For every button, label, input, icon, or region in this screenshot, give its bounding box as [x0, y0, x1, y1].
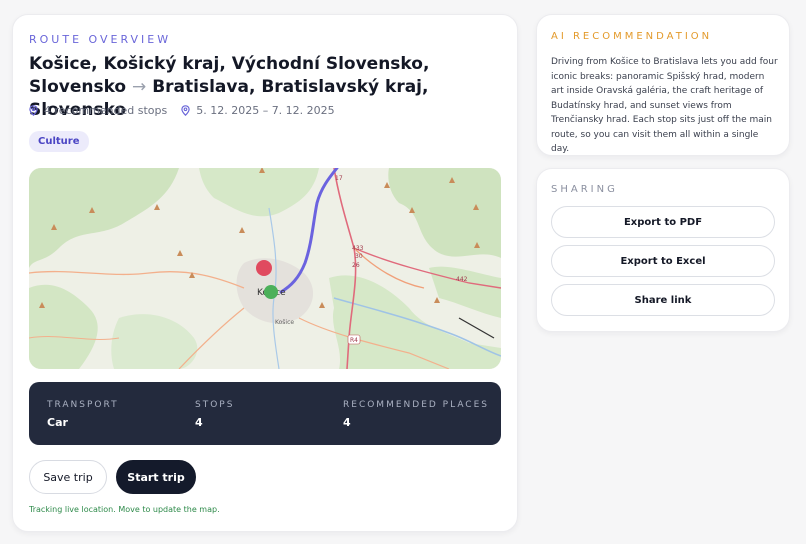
- map-city-label-small: Košice: [275, 319, 294, 326]
- trip-dates-text: 5. 12. 2025 – 7. 12. 2025: [196, 104, 335, 117]
- transport-stat: TRANSPORT Car: [47, 400, 119, 429]
- route-overview-overline: ROUTE OVERVIEW: [29, 33, 172, 46]
- stop-marker[interactable]: [256, 260, 272, 276]
- tracking-status-text: Tracking live location. Move to update t…: [29, 505, 220, 514]
- start-trip-button[interactable]: Start trip: [116, 460, 196, 494]
- places-value: 4: [343, 416, 351, 429]
- export-pdf-button[interactable]: Export to PDF: [551, 206, 775, 238]
- calendar-icon: [181, 105, 190, 116]
- road-label: 433: [352, 245, 364, 252]
- sharing-overline: SHARING: [551, 184, 618, 195]
- stops-stat: STOPS 4: [195, 400, 234, 429]
- transport-label: TRANSPORT: [47, 400, 119, 410]
- ai-recommendation-overline: AI RECOMMENDATION: [551, 31, 713, 42]
- route-meta: 4 recommended stops 5. 12. 2025 – 7. 12.…: [29, 104, 349, 117]
- sharing-card: SHARING Export to PDF Export to Excel Sh…: [536, 168, 790, 332]
- map-canvas[interactable]: 17 433 30 26 442 R4 Košice Košice: [29, 168, 501, 369]
- road-label: 442: [456, 276, 468, 283]
- category-tag[interactable]: Culture: [29, 131, 89, 152]
- stops-meta: 4 recommended stops: [29, 104, 167, 117]
- route-map[interactable]: 17 433 30 26 442 R4 Košice Košice: [29, 168, 501, 369]
- save-trip-button[interactable]: Save trip: [29, 460, 107, 494]
- export-excel-button[interactable]: Export to Excel: [551, 245, 775, 277]
- stops-count-text: 4 recommended stops: [44, 104, 168, 117]
- ai-recommendation-card: AI RECOMMENDATION Driving from Košice to…: [536, 14, 790, 156]
- road-label: 26: [352, 262, 360, 269]
- road-label: 17: [335, 175, 343, 182]
- map-pin-icon: [29, 105, 38, 116]
- ai-recommendation-text: Driving from Košice to Bratislava lets y…: [551, 57, 778, 154]
- road-label: R4: [350, 337, 358, 344]
- road-label: 30: [355, 253, 363, 260]
- transport-value: Car: [47, 416, 68, 429]
- places-label: RECOMMENDED PLACES: [343, 400, 489, 410]
- current-location-marker[interactable]: [264, 285, 278, 299]
- trip-stats-panel: TRANSPORT Car STOPS 4 RECOMMENDED PLACES…: [29, 382, 501, 445]
- places-stat: RECOMMENDED PLACES 4: [343, 400, 489, 429]
- share-link-button[interactable]: Share link: [551, 284, 775, 316]
- route-overview-card: ROUTE OVERVIEW Košice, Košický kraj, Výc…: [12, 14, 518, 532]
- stops-value: 4: [195, 416, 203, 429]
- route-arrow-icon: →: [132, 77, 147, 97]
- dates-meta: 5. 12. 2025 – 7. 12. 2025: [181, 104, 335, 117]
- stops-label: STOPS: [195, 400, 235, 410]
